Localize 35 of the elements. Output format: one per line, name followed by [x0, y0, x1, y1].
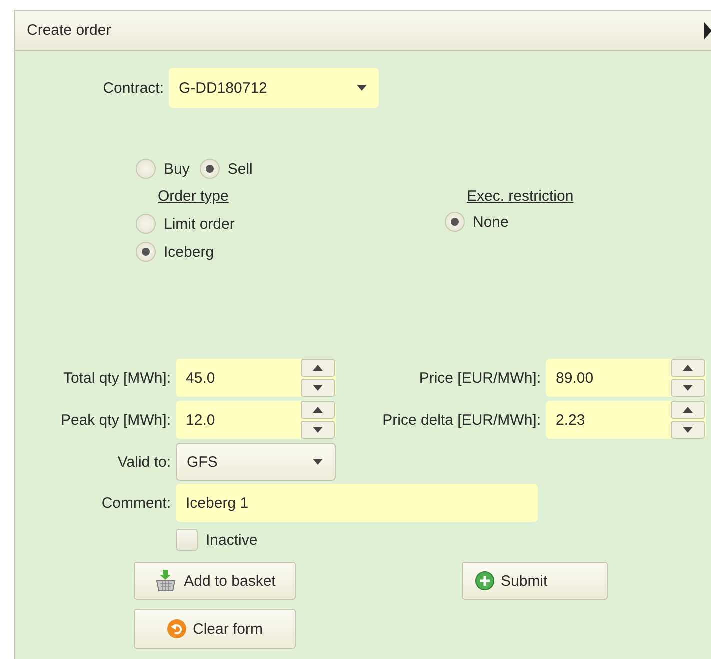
group-heading: Order type [158, 188, 230, 207]
field-label: Total qty [MWh]: [62, 370, 171, 386]
radio-option[interactable]: Buy [136, 157, 190, 181]
contract-dropdown[interactable]: G-DD180712 [169, 68, 379, 108]
field-label: Comment: [100, 494, 171, 512]
comment-field[interactable]: Iceberg 1 [176, 484, 538, 522]
valid-to-dropdown[interactable]: GFS [176, 443, 336, 481]
spin-up-button[interactable] [301, 401, 335, 419]
clear-form-button[interactable]: Clear form [134, 609, 296, 649]
spin-up-button[interactable] [671, 359, 705, 377]
panel-title: Create order [27, 22, 112, 39]
expand-arrow-icon[interactable] [704, 22, 711, 40]
field-label: Price delta [EUR/MWh]: [382, 412, 541, 428]
field-label: Valid to: [116, 454, 171, 470]
spin-down-button[interactable] [671, 379, 705, 397]
field-label: Contract: [102, 80, 164, 96]
radio-option[interactable]: Iceberg [136, 240, 445, 264]
dropdown-caret-icon [313, 459, 323, 465]
spin-down-button[interactable] [671, 421, 705, 439]
add-to-basket-button[interactable]: Add to basket [134, 562, 296, 600]
dropdown-caret-icon [357, 85, 367, 91]
basket-icon [154, 569, 178, 593]
submit-button[interactable]: Submit [462, 562, 608, 600]
spin-up-button[interactable] [301, 359, 335, 377]
field-label: Peak qty [MWh]: [60, 412, 171, 428]
radio-option[interactable]: None [445, 210, 574, 234]
group-heading: Exec. restriction [467, 188, 574, 207]
radio-option[interactable]: Sell [200, 157, 253, 181]
field-label: Price [EUR/MWh]: [418, 370, 541, 386]
spin-up-button[interactable] [671, 401, 705, 419]
radio-option[interactable]: Limit order [136, 212, 445, 236]
undo-circle-icon [166, 619, 187, 639]
spin-down-button[interactable] [301, 421, 335, 439]
spin-down-button[interactable] [301, 379, 335, 397]
plus-circle-icon [475, 571, 495, 591]
